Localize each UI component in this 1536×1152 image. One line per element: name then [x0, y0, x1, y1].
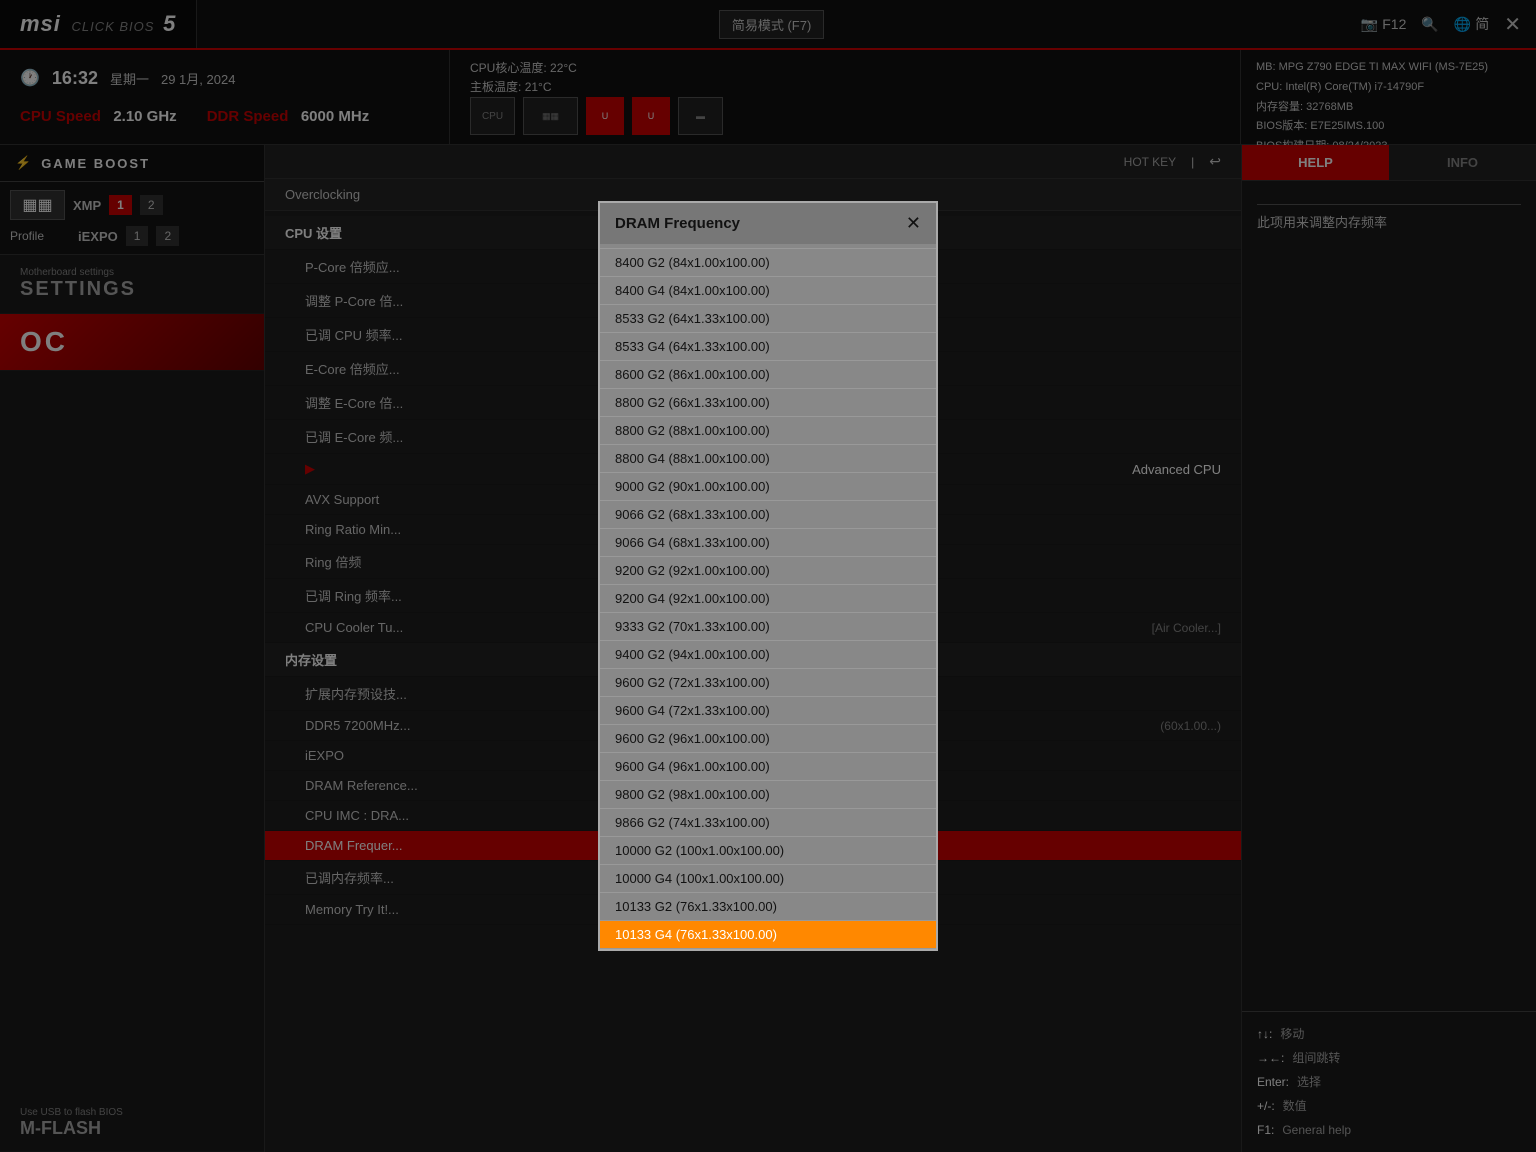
modal-overlay[interactable]: DRAM Frequency ✕ 8000 G4 (80x1.00x100.00…: [0, 0, 1536, 1152]
modal-list-item[interactable]: 9400 G2 (94x1.00x100.00): [600, 641, 936, 669]
modal-list-item[interactable]: 9800 G2 (98x1.00x100.00): [600, 781, 936, 809]
modal-list-item[interactable]: 9066 G2 (68x1.33x100.00): [600, 501, 936, 529]
modal-list-item[interactable]: 9000 G2 (90x1.00x100.00): [600, 473, 936, 501]
modal-list-item[interactable]: 8600 G2 (86x1.00x100.00): [600, 361, 936, 389]
modal-list-item[interactable]: 9200 G4 (92x1.00x100.00): [600, 585, 936, 613]
modal-list-item[interactable]: 10133 G4 (76x1.33x100.00): [600, 921, 936, 949]
modal-list-item[interactable]: 9333 G2 (70x1.33x100.00): [600, 613, 936, 641]
modal-list-item[interactable]: 10000 G2 (100x1.00x100.00): [600, 837, 936, 865]
modal-list: 8000 G4 (80x1.00x100.00)8200 G2 (82x1.00…: [600, 244, 936, 949]
modal-list-item[interactable]: 8400 G2 (84x1.00x100.00): [600, 249, 936, 277]
modal-list-item[interactable]: 9600 G4 (96x1.00x100.00): [600, 753, 936, 781]
modal-close-button[interactable]: ✕: [906, 213, 921, 234]
modal-list-item[interactable]: 8800 G4 (88x1.00x100.00): [600, 445, 936, 473]
modal-header: DRAM Frequency ✕: [600, 203, 936, 244]
modal-title: DRAM Frequency: [615, 215, 740, 232]
modal-list-item[interactable]: 8533 G4 (64x1.33x100.00): [600, 333, 936, 361]
modal-list-item[interactable]: 8533 G2 (64x1.33x100.00): [600, 305, 936, 333]
modal-list-item[interactable]: 8800 G2 (66x1.33x100.00): [600, 389, 936, 417]
modal-list-item[interactable]: 9600 G2 (72x1.33x100.00): [600, 669, 936, 697]
modal-list-item[interactable]: 8800 G2 (88x1.00x100.00): [600, 417, 936, 445]
modal-list-item[interactable]: 10000 G4 (100x1.00x100.00): [600, 865, 936, 893]
modal-list-item[interactable]: 10133 G2 (76x1.33x100.00): [600, 893, 936, 921]
modal-list-item[interactable]: 9600 G4 (72x1.33x100.00): [600, 697, 936, 725]
modal-list-item[interactable]: 9600 G2 (96x1.00x100.00): [600, 725, 936, 753]
modal-list-item[interactable]: 9866 G2 (74x1.33x100.00): [600, 809, 936, 837]
dram-frequency-modal: DRAM Frequency ✕ 8000 G4 (80x1.00x100.00…: [598, 201, 938, 951]
modal-list-item[interactable]: 9066 G4 (68x1.33x100.00): [600, 529, 936, 557]
modal-list-item[interactable]: 8400 G4 (84x1.00x100.00): [600, 277, 936, 305]
modal-list-item[interactable]: 9200 G2 (92x1.00x100.00): [600, 557, 936, 585]
